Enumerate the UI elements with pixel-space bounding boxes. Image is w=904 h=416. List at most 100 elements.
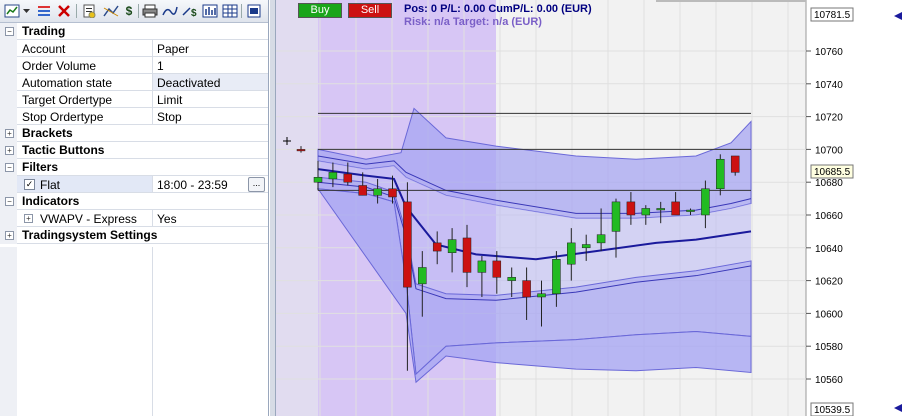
candle-body [418,267,427,285]
price-marker-arrow-icon [894,12,902,20]
candle-body [596,234,606,244]
property-value[interactable]: Deactivated [157,76,220,90]
row-gutter [0,176,17,193]
dollar-line-icon[interactable]: $ [181,3,199,19]
candle-body [403,201,412,288]
chart-settings-icon[interactable] [3,3,21,19]
column-divider [152,40,153,57]
category-label: Tactic Buttons [22,143,105,157]
property-account[interactable]: Account Paper [0,40,268,57]
candle-body [611,201,621,232]
toolbar-separator-2 [138,4,139,18]
candle-body [447,239,457,253]
y-tick-label: 10760 [815,47,843,58]
candle-body [358,185,367,196]
candle-body [581,244,591,249]
export-icon[interactable] [245,3,263,19]
property-target-ordertype[interactable]: Target Ordertype Limit [0,91,268,108]
chart-area[interactable]: 10760 10740 10720 10700 10680 10660 10640 10620… [276,0,904,416]
toolbar-separator [76,4,77,18]
candle-body [686,209,695,212]
price-chart[interactable]: 10760 10740 10720 10700 10680 10660 10640 10620… [276,0,904,416]
property-value[interactable]: 18:00 - 23:59 [157,178,228,192]
y-tick-label: 10660 [815,211,843,222]
row-gutter [0,91,17,108]
column-divider [152,210,153,227]
category-indicators[interactable]: − Indicators [0,193,268,210]
printer-icon[interactable] [141,3,159,19]
candle-body [671,201,680,216]
category-label: Brackets [22,126,73,140]
category-trading[interactable]: − Trading [0,23,268,40]
sell-button[interactable]: Sell [348,3,392,18]
y-bottom-label: 10539.5 [814,405,851,416]
empty-grid-area [0,247,268,416]
collapse-icon[interactable]: − [5,163,14,172]
category-brackets[interactable]: + Brackets [0,125,268,142]
column-divider [152,247,153,416]
candle-body [477,260,487,273]
column-divider [152,91,153,108]
trend-line-icon[interactable] [102,3,120,19]
property-value[interactable]: Yes [157,212,177,226]
row-gutter [0,210,17,227]
candle-body [328,172,338,180]
line-draw-icon[interactable] [161,3,179,19]
candle-body [552,259,561,294]
properties-panel: $ $ − Trading Account Paper Order Volume… [0,0,269,416]
expand-icon[interactable]: + [5,146,14,155]
y-tick-label: 10560 [815,375,843,386]
document-icon[interactable] [80,3,98,19]
price-marker-arrow-icon [894,404,902,412]
candle-body [656,208,665,211]
expand-icon[interactable]: + [5,129,14,138]
collapse-icon[interactable]: − [5,197,14,206]
property-value[interactable]: Limit [157,93,182,107]
buy-button[interactable]: Buy [298,3,342,18]
category-label: Indicators [22,194,80,208]
y-tick-label: 10620 [815,277,843,288]
candle-body [701,188,710,216]
risk-info: Risk: n/a Target: n/a (EUR) [404,16,542,28]
candle-body [462,237,472,273]
panel-toolbar: $ $ [0,0,268,23]
expand-icon[interactable]: + [5,231,14,240]
candle-body [388,188,397,198]
ellipsis-button[interactable]: ... [248,177,265,192]
property-order-volume[interactable]: Order Volume 1 [0,57,268,74]
candle-body [507,277,516,281]
bar-chart-icon[interactable] [201,3,219,19]
row-gutter [0,40,17,57]
property-automation-state[interactable]: Automation state Deactivated [0,74,268,91]
collapse-icon[interactable]: − [5,27,14,36]
candle-body [373,188,382,196]
property-value[interactable]: 1 [157,59,164,73]
flat-checkbox[interactable]: ✓ [24,179,35,190]
property-label: Target Ordertype [22,93,113,107]
category-filters[interactable]: − Filters [0,159,268,176]
expand-icon[interactable]: + [24,214,33,223]
row-gutter [0,247,17,416]
current-price-label: 10685.5 [814,167,851,178]
property-stop-ordertype[interactable]: Stop Ordertype Stop [0,108,268,125]
property-value[interactable]: Paper [157,42,189,56]
property-vwapv[interactable]: + VWAPV - Express Yes [0,210,268,227]
category-tactic-buttons[interactable]: + Tactic Buttons [0,142,268,159]
dropdown-arrow-icon[interactable] [22,3,30,19]
property-value[interactable]: Stop [157,110,182,124]
dollar-icon[interactable]: $ [122,3,136,19]
candle-body [716,158,725,190]
category-label: Filters [22,160,59,174]
row-gutter [0,57,17,74]
top-scroll-strip [656,0,806,2]
candle-body [626,201,636,216]
list-icon[interactable] [35,3,53,19]
property-flat[interactable]: ✓ Flat 18:00 - 23:59 ... [0,176,268,193]
y-tick-label: 10580 [815,342,843,353]
table-icon[interactable] [221,3,239,19]
category-tradingsystem-settings[interactable]: + Tradingsystem Settings [0,227,268,244]
y-tick-label: 10680 [815,178,843,189]
candle-body [343,173,353,183]
close-x-icon[interactable] [56,3,72,19]
candle-body [730,155,740,173]
